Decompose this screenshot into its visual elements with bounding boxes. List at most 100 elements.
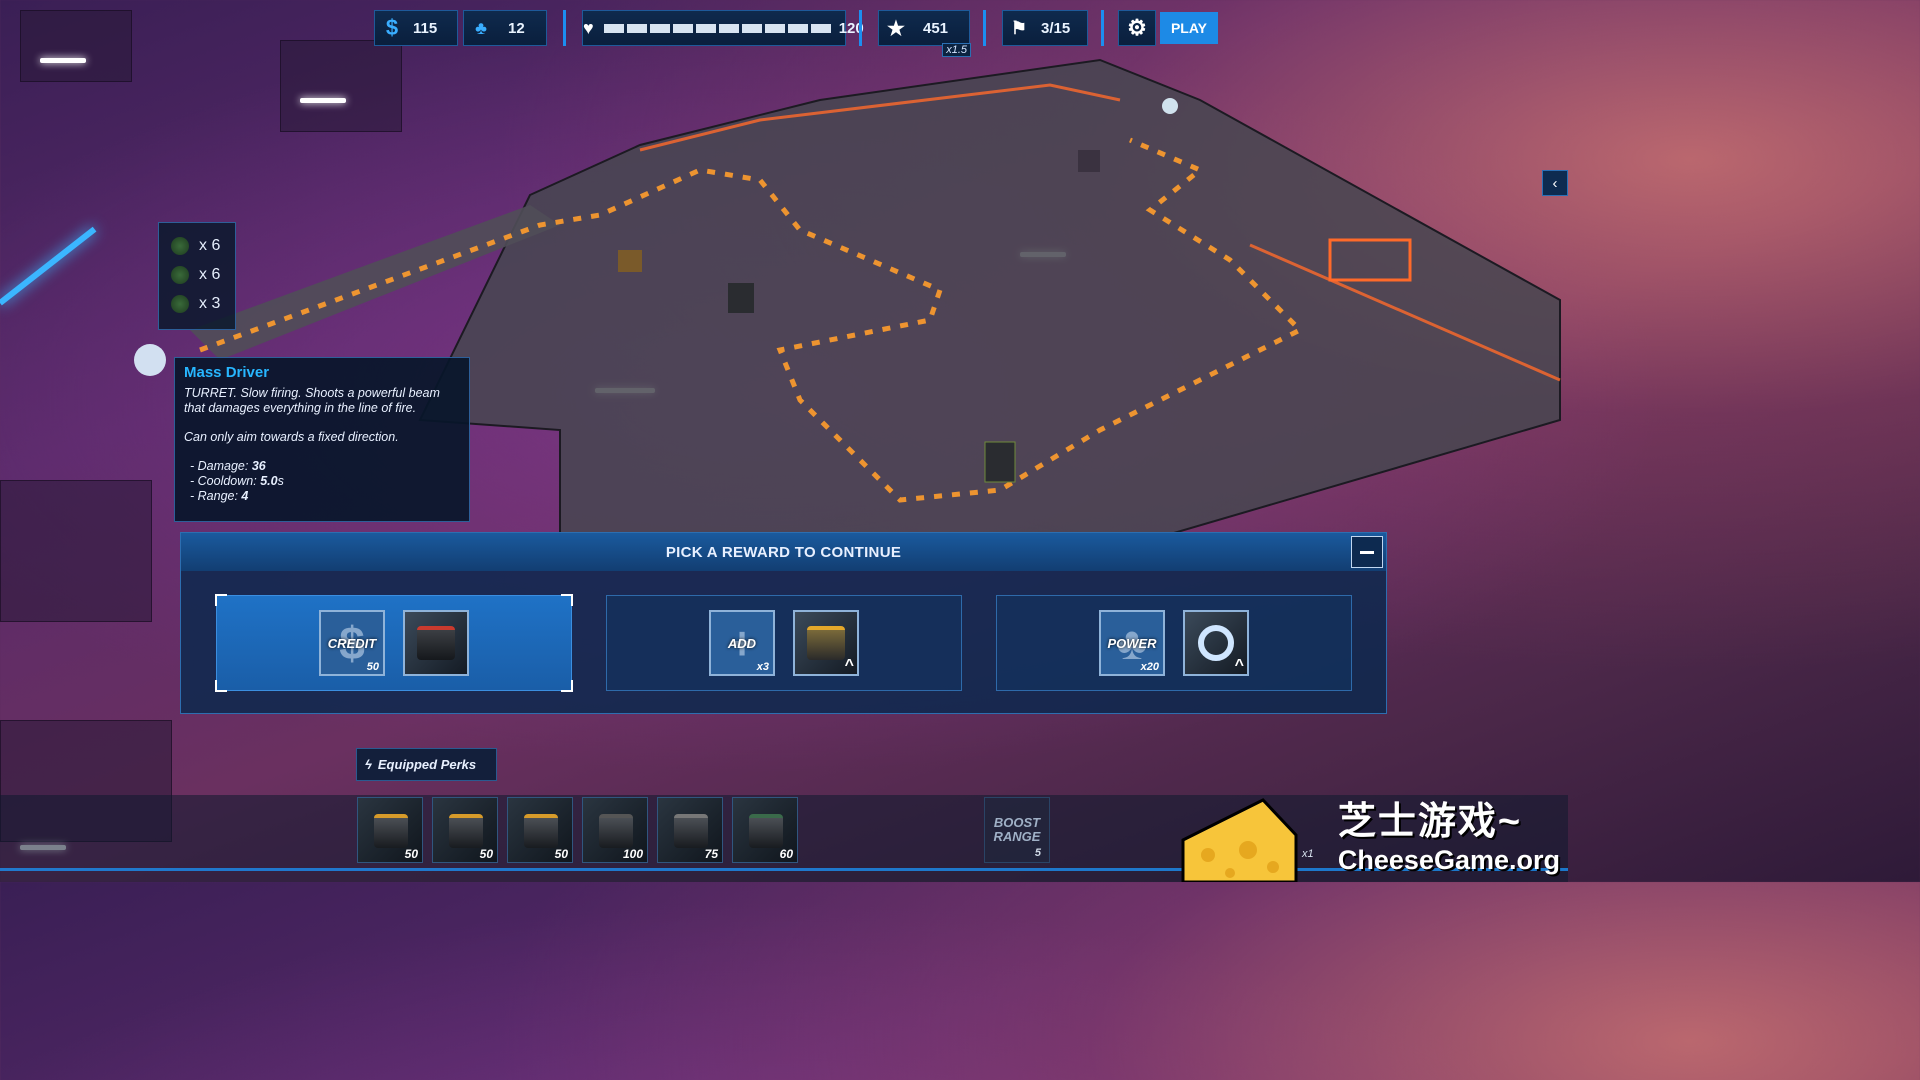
enemy-icon: [171, 294, 189, 313]
watermark: 芝士游戏~ CheeseGame.org: [1338, 790, 1560, 876]
turret-slot[interactable]: 50: [357, 797, 423, 863]
card-value: x3: [756, 661, 769, 673]
hud-divider: [1101, 10, 1104, 46]
turret-upgrade-card: ^: [793, 610, 859, 676]
card-label: CREDIT: [327, 635, 377, 651]
heart-icon: ♥: [583, 17, 594, 38]
tooltip-stat-range: - Range: 4: [184, 489, 460, 504]
stat-value: 5.0: [260, 474, 278, 488]
slot-cost: 100: [622, 847, 643, 861]
selection-corner: [561, 680, 573, 692]
card-value: x20: [1140, 661, 1159, 673]
star-icon: ★: [887, 17, 905, 40]
health-segment: [649, 23, 670, 33]
turret: [984, 441, 1016, 483]
reward-option-credit[interactable]: $ CREDIT 50: [215, 594, 573, 692]
health-segment: [787, 23, 808, 33]
score-value: 451: [923, 19, 949, 37]
power-counter: ♣ 12: [463, 10, 547, 46]
watermark-zh: 芝士游戏~: [1337, 801, 1523, 843]
turret-icon: [374, 814, 408, 848]
turret-slot[interactable]: 50: [432, 797, 498, 863]
wave-enemy-list: x 6 x 6 x 3: [158, 222, 236, 330]
turret-icon: [599, 814, 633, 848]
turret-slot[interactable]: 75: [657, 797, 723, 863]
health-segment: [741, 23, 762, 33]
score-counter: ★ 451 x1.5: [878, 10, 971, 57]
equipped-perks-tab[interactable]: ϟ Equipped Perks: [356, 748, 497, 781]
boost-cost: 5: [1034, 847, 1041, 859]
score-multiplier: x1.5: [942, 43, 971, 57]
tooltip-title: Mass Driver: [184, 364, 270, 381]
tooltip-desc-line: TURRET. Slow firing. Shoots a powerful b…: [184, 386, 440, 400]
reward-option-add[interactable]: + ADD x3 ^: [606, 595, 962, 691]
card-label: POWER: [1107, 635, 1157, 651]
boost-label: RANGE: [993, 829, 1041, 844]
stat-value: 36: [251, 459, 266, 473]
reward-option-power[interactable]: ♣ POWER x20 ^: [996, 595, 1352, 691]
boost-range-slot[interactable]: BOOST RANGE 5: [984, 797, 1050, 863]
cheese-logo: [1181, 798, 1298, 882]
health-segment: [626, 23, 647, 33]
power-card: ♣ POWER x20: [1099, 610, 1165, 676]
dollar-icon: $: [385, 15, 399, 40]
slot-cost: 50: [404, 847, 418, 861]
enemy-entry: x 6: [159, 231, 235, 260]
watermark-en: CheeseGame.org: [1337, 845, 1560, 875]
tooltip-desc-line: that damages everything in the line of f…: [184, 401, 417, 415]
upgrade-chevron-icon: ^: [844, 657, 854, 674]
spawn-portal: [134, 344, 166, 376]
hud-divider: [859, 10, 862, 46]
power-value: 12: [508, 19, 525, 37]
credit-card: $ CREDIT 50: [319, 610, 385, 676]
hud-divider: [983, 10, 986, 46]
credits-value: 115: [413, 19, 438, 37]
turret-icon: [807, 626, 845, 660]
selection-corner: [215, 680, 227, 692]
turret-icon: [417, 626, 455, 660]
stat-label: - Damage:: [190, 459, 252, 473]
reward-title: PICK A REWARD TO CONTINUE: [181, 533, 1386, 571]
stat-label: - Range:: [190, 489, 242, 503]
turret-slot[interactable]: 100: [582, 797, 648, 863]
enemy-icon: [171, 236, 189, 255]
turret-icon: [674, 814, 708, 848]
minimize-button[interactable]: [1351, 536, 1383, 568]
settings-button[interactable]: ⚙: [1118, 10, 1156, 46]
enemy-entry: x 3: [159, 289, 235, 318]
health-segment: [810, 23, 831, 33]
health-bar: ♥ 120: [582, 10, 864, 46]
turret-card: [403, 610, 469, 676]
card-value: 50: [366, 661, 379, 673]
slot-cost: 50: [479, 847, 493, 861]
stat-unit: s: [277, 474, 284, 488]
health-segment: [603, 23, 624, 33]
wave-counter: ⚑ 3/15: [1002, 10, 1088, 46]
turret-slot[interactable]: 50: [507, 797, 573, 863]
slot-cost: 75: [704, 847, 718, 861]
turret: [618, 250, 642, 272]
tooltip-stat-cooldown: - Cooldown: 5.0s: [184, 474, 460, 489]
gear-icon: ⚙: [1127, 15, 1147, 40]
health-segment: [672, 23, 693, 33]
stat-value: 4: [241, 489, 249, 503]
selection-corner: [561, 594, 573, 606]
power-cluster-icon: ♣: [475, 17, 487, 38]
health-segment: [695, 23, 716, 33]
turret-slot[interactable]: 60: [732, 797, 798, 863]
side-panel-toggle[interactable]: ‹: [1542, 170, 1568, 196]
slot-cost: 50: [554, 847, 568, 861]
enemy-icon: [171, 265, 189, 284]
tooltip-desc-line: Can only aim towards a fixed direction.: [184, 430, 399, 444]
play-button[interactable]: PLAY: [1160, 12, 1218, 44]
turret: [728, 283, 754, 313]
enemy-count: x 6: [199, 236, 221, 254]
enemy: [1078, 150, 1100, 172]
boost-label: BOOST: [993, 815, 1041, 830]
credits-counter: $ 115: [374, 10, 458, 46]
selection-corner: [215, 594, 227, 606]
bottom-accent-line: [0, 868, 1568, 871]
chevron-left-icon: ‹: [1552, 174, 1558, 192]
slot-cost: 60: [779, 847, 793, 861]
enemy-count: x 6: [199, 265, 221, 283]
